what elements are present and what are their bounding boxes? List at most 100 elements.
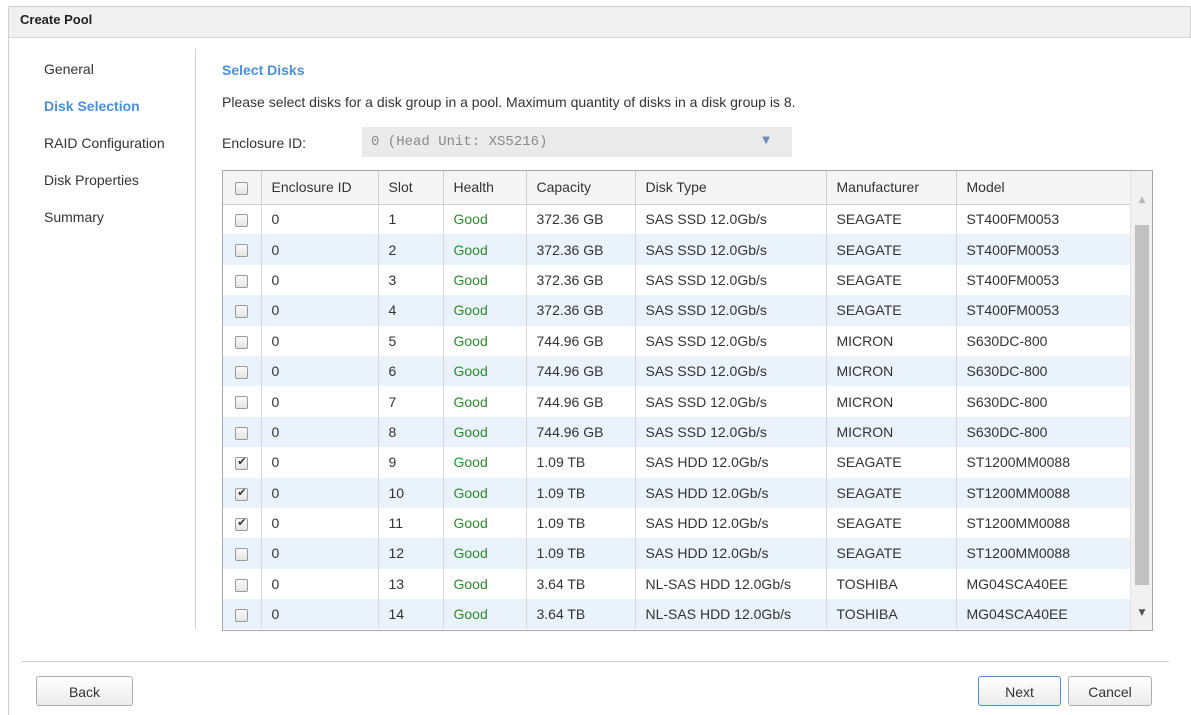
slot-cell: 4	[378, 295, 444, 326]
health-cell: Good	[443, 234, 527, 265]
row-select-cell	[223, 416, 262, 448]
table-row[interactable]: 011Good1.09 TBSAS HDD 12.0Gb/sSEAGATEST1…	[223, 507, 1132, 539]
enclosure-id-cell: 0	[261, 325, 379, 356]
manufacturer-cell: SEAGATE	[826, 507, 957, 539]
table-row[interactable]: 0 3 Good 372.36 GB SAS SSD 12.0Gb/s SEAGATE ST…	[223, 264, 1132, 296]
nav-item-disk-properties[interactable]: Disk Properties	[44, 171, 194, 208]
table-row[interactable]: 0 8 Good 744.96 GB SAS SSD 12.0Gb/s MICRON S63…	[223, 416, 1132, 448]
table-row[interactable]: 09Good1.09 TBSAS HDD 12.0Gb/sSEAGATEST12…	[223, 447, 1132, 478]
disk-type-cell: SAS HDD 12.0Gb/s	[635, 447, 827, 478]
scroll-down-icon[interactable]: ▼	[1131, 608, 1152, 626]
health-cell: Good	[443, 447, 527, 478]
health-cell: Good	[443, 568, 527, 600]
manufacturer-cell: MICRON	[826, 386, 957, 417]
capacity-cell: 372.36 GB	[526, 234, 636, 265]
model-cell: ST400FM0053	[956, 264, 1132, 296]
column-header-manufacturer[interactable]: Manufacturer	[826, 171, 957, 205]
row-checkbox[interactable]	[235, 335, 249, 349]
model-cell: S630DC-800	[956, 386, 1132, 417]
health-cell: Good	[443, 538, 527, 569]
health-cell: Good	[443, 599, 527, 630]
capacity-cell: 372.36 GB	[526, 204, 636, 235]
select-all-cell	[223, 171, 262, 205]
table-row[interactable]: 010Good1.09 TBSAS HDD 12.0Gb/sSEAGATEST1…	[223, 477, 1132, 508]
disk-type-cell: SAS SSD 12.0Gb/s	[635, 325, 827, 356]
disk-table-body: 0 1 Good 372.36 GB SAS SSD 12.0Gb/s SEAGATE ST…	[223, 204, 1132, 630]
row-select-cell	[223, 355, 262, 387]
row-checkbox[interactable]	[235, 365, 249, 379]
table-row[interactable]: 0 2 Good 372.36 GB SAS SSD 12.0Gb/s SEAGATE ST…	[223, 234, 1132, 265]
enclosure-id-cell: 0	[261, 599, 379, 630]
manufacturer-cell: MICRON	[826, 325, 957, 356]
row-checkbox[interactable]	[235, 396, 249, 410]
select-all-checkbox[interactable]	[235, 182, 249, 196]
table-row[interactable]: 0 14 Good 3.64 TB NL-SAS HDD 12.0Gb/s TOSHIBA…	[223, 599, 1132, 630]
disk-type-cell: SAS HDD 12.0Gb/s	[635, 477, 827, 508]
enclosure-id-cell: 0	[261, 264, 379, 296]
nav-item-raid-configuration[interactable]: RAID Configuration	[44, 134, 194, 171]
column-header-enclosure-id[interactable]: Enclosure ID	[261, 171, 379, 205]
cancel-button[interactable]: Cancel	[1068, 676, 1152, 706]
row-checkbox[interactable]	[235, 244, 249, 258]
enclosure-id-cell: 0	[261, 204, 379, 235]
disk-type-cell: NL-SAS HDD 12.0Gb/s	[635, 568, 827, 600]
row-checkbox[interactable]	[235, 274, 249, 288]
model-cell: MG04SCA40EE	[956, 599, 1132, 630]
row-checkbox[interactable]	[235, 486, 249, 501]
column-header-health[interactable]: Health	[443, 171, 527, 205]
column-header-slot[interactable]: Slot	[378, 171, 444, 205]
next-button[interactable]: Next	[978, 676, 1061, 706]
column-header-model[interactable]: Model	[956, 171, 1132, 205]
column-header-disk-type[interactable]: Disk Type	[635, 171, 827, 205]
manufacturer-cell: SEAGATE	[826, 204, 957, 235]
enclosure-id-select[interactable]: 0 (Head Unit: XS5216) ▼	[362, 127, 792, 157]
enclosure-id-cell: 0	[261, 568, 379, 600]
enclosure-id-cell: 0	[261, 477, 379, 508]
scrollbar-thumb[interactable]	[1135, 225, 1149, 585]
table-row[interactable]: 0 1 Good 372.36 GB SAS SSD 12.0Gb/s SEAGATE ST…	[223, 204, 1132, 235]
model-cell: ST1200MM0088	[956, 447, 1132, 478]
row-checkbox[interactable]	[235, 426, 249, 440]
table-scrollbar[interactable]: ▲ ▼	[1130, 171, 1152, 630]
model-cell: S630DC-800	[956, 355, 1132, 387]
slot-cell: 2	[378, 234, 444, 265]
table-row[interactable]: 0 12 Good 1.09 TB SAS HDD 12.0Gb/s SEAGATE ST1…	[223, 538, 1132, 569]
model-cell: ST1200MM0088	[956, 507, 1132, 539]
nav-item-disk-selection[interactable]: Disk Selection	[44, 97, 194, 134]
manufacturer-cell: SEAGATE	[826, 477, 957, 508]
back-button[interactable]: Back	[36, 676, 133, 706]
table-row[interactable]: 0 7 Good 744.96 GB SAS SSD 12.0Gb/s MICRON S63…	[223, 386, 1132, 417]
disk-type-cell: SAS SSD 12.0Gb/s	[635, 416, 827, 448]
row-select-cell	[223, 568, 262, 600]
table-row[interactable]: 0 6 Good 744.96 GB SAS SSD 12.0Gb/s MICRON S63…	[223, 355, 1132, 387]
capacity-cell: 372.36 GB	[526, 264, 636, 296]
row-checkbox[interactable]	[235, 548, 249, 562]
enclosure-id-cell: 0	[261, 386, 379, 417]
row-checkbox[interactable]	[235, 516, 249, 531]
row-select-cell	[223, 599, 262, 630]
scroll-up-icon[interactable]: ▲	[1131, 195, 1152, 213]
disk-table: Enclosure ID Slot Health Capacity Disk T…	[223, 171, 1132, 630]
capacity-cell: 3.64 TB	[526, 568, 636, 600]
table-row[interactable]: 0 13 Good 3.64 TB NL-SAS HDD 12.0Gb/s TOSHIBA…	[223, 568, 1132, 600]
row-checkbox[interactable]	[235, 455, 249, 471]
nav-item-summary[interactable]: Summary	[44, 208, 194, 245]
slot-cell: 11	[378, 507, 444, 539]
nav-item-general[interactable]: General	[44, 60, 194, 97]
model-cell: MG04SCA40EE	[956, 568, 1132, 600]
health-cell: Good	[443, 477, 527, 508]
row-select-cell	[223, 234, 262, 265]
row-checkbox[interactable]	[235, 609, 249, 623]
disk-type-cell: SAS SSD 12.0Gb/s	[635, 355, 827, 387]
row-checkbox[interactable]	[235, 578, 249, 592]
column-header-capacity[interactable]: Capacity	[526, 171, 636, 205]
row-checkbox[interactable]	[235, 305, 249, 319]
wizard-nav: General Disk Selection RAID Configuratio…	[44, 60, 194, 245]
capacity-cell: 744.96 GB	[526, 416, 636, 448]
table-row[interactable]: 0 4 Good 372.36 GB SAS SSD 12.0Gb/s SEAGATE ST…	[223, 295, 1132, 326]
manufacturer-cell: TOSHIBA	[826, 599, 957, 630]
row-checkbox[interactable]	[235, 214, 249, 228]
row-select-cell	[223, 325, 262, 356]
table-row[interactable]: 0 5 Good 744.96 GB SAS SSD 12.0Gb/s MICRON S63…	[223, 325, 1132, 356]
enclosure-id-cell: 0	[261, 295, 379, 326]
